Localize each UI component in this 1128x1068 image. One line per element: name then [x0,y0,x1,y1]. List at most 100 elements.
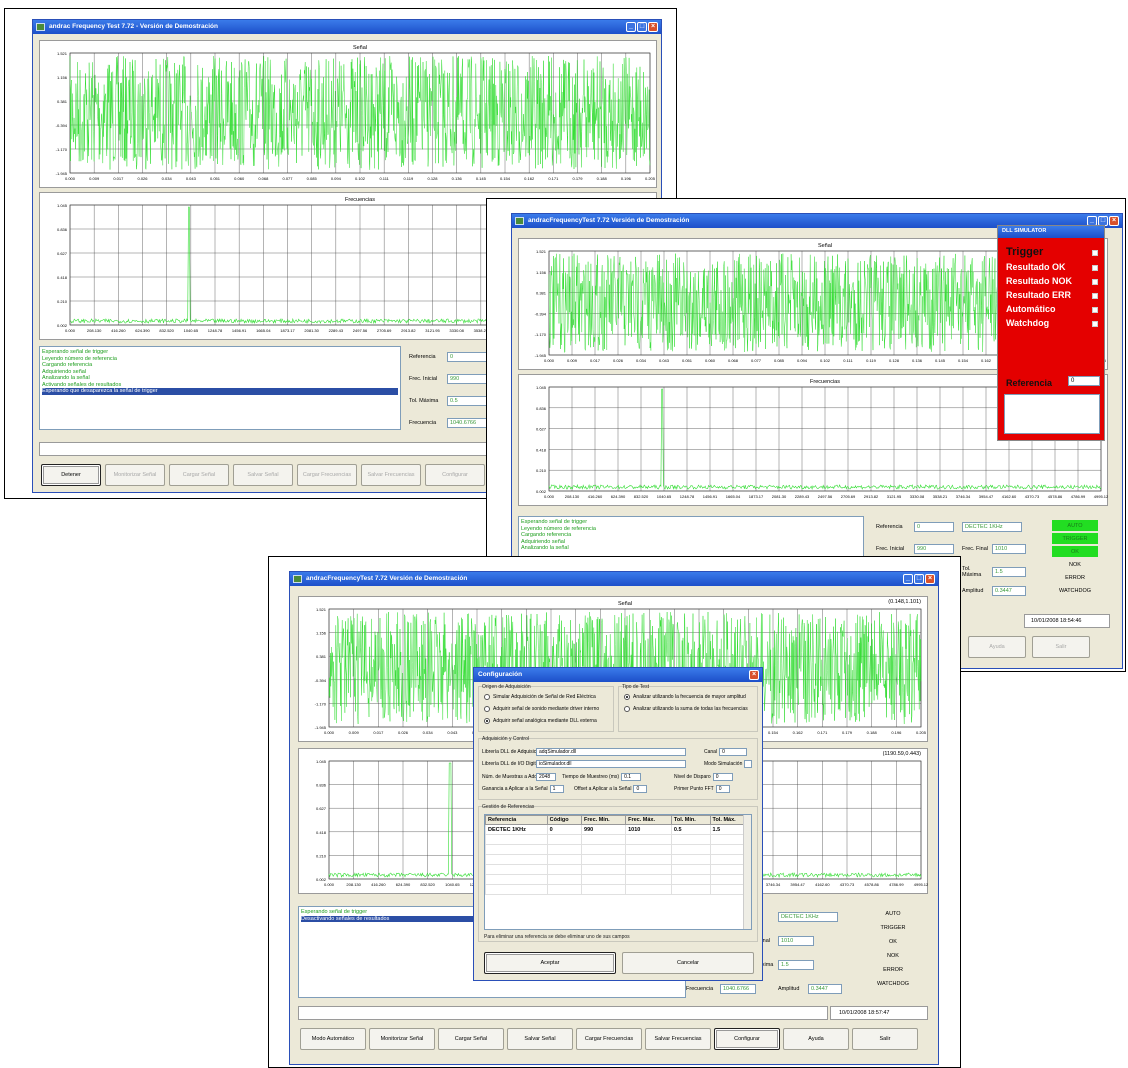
aceptar-button[interactable]: Aceptar [484,952,616,974]
fft-input[interactable]: 0 [715,785,730,793]
lib-acq-input[interactable]: adqSimulador.dll [536,748,686,756]
cargar-frecuencias-button[interactable]: Cargar Frecuencias [576,1028,642,1050]
salir-button[interactable]: Salir [852,1028,918,1050]
col-frec-min[interactable]: Frec. Mín. [581,815,627,825]
channel-input[interactable]: 0 [719,748,748,756]
minimize-icon[interactable]: _ [903,574,913,584]
tol-maxima-input[interactable]: 1.5 [992,567,1026,577]
ayuda-button[interactable]: Ayuda [968,636,1026,658]
frec-inicial-input[interactable]: 990 [447,374,487,384]
table-row-empty[interactable] [485,854,751,865]
tol-maxima-input[interactable]: 0.5 [447,396,487,406]
origin-radio-dll[interactable]: Adquirir señal analógica mediante DLL ex… [484,718,597,724]
frecuencia-input[interactable]: 1040.6766 [447,418,487,428]
frec-final-input[interactable]: 1010 [778,936,814,946]
salvar-senal-button[interactable]: Salvar Señal [507,1028,573,1050]
window-title: andracFrequencyTest 7.72 Versión de Demo… [306,575,468,582]
col-referencia[interactable]: Referencia [485,815,548,825]
maximize-icon[interactable]: □ [637,22,647,32]
tol-maxima-input[interactable]: 1.5 [778,960,814,970]
table-cell[interactable]: 1010 [625,824,672,835]
x-tick-label: 1040.65 [445,882,460,887]
cancelar-button[interactable]: Cancelar [622,952,754,974]
salir-button[interactable]: Salir [1032,636,1090,658]
event-log[interactable]: Esperando señal de trigger Leyendo númer… [39,346,401,430]
radio-selected-icon [624,694,630,700]
test-radio-mayor-amplitud[interactable]: Analizar utilizando la frecuencia de may… [624,694,746,700]
table-row-empty[interactable] [485,834,751,845]
ref-name-input[interactable]: DECTEC 1KHz [778,912,838,922]
ok-checkbox[interactable] [1092,265,1098,271]
field-frecuencia: Frecuencia 1040.6766 [686,984,756,994]
trigger-level-input[interactable]: 0 [712,773,733,781]
salvar-frecuencias-button[interactable]: Salvar Frecuencias [361,464,421,486]
table-row-empty[interactable] [485,874,751,885]
detener-button[interactable]: Detener [41,464,101,486]
table-cell[interactable]: DECTEC 1KHz [485,824,548,835]
sim-text-area[interactable] [1004,394,1100,434]
maximize-icon[interactable]: □ [914,574,924,584]
test-radio-suma[interactable]: Analizar utilizando la suma de todas las… [624,706,748,712]
close-icon[interactable]: × [925,574,935,584]
configurar-button[interactable]: Configurar [714,1028,780,1050]
referencia-input[interactable]: 0 [914,522,954,532]
auto-checkbox[interactable] [1092,307,1098,313]
samples-input[interactable]: 2048 [536,773,556,781]
nok-checkbox[interactable] [1092,279,1098,285]
sim-mode-checkbox[interactable] [744,760,753,768]
table-scrollbar[interactable] [743,815,751,929]
monitorizar-senal-button[interactable]: Monitorizar Señal [369,1028,435,1050]
title-bar[interactable]: andracFrequencyTest 7.72 Versión de Demo… [290,572,938,586]
frecuencia-input[interactable]: 1040.6766 [720,984,756,994]
salvar-senal-button[interactable]: Salvar Señal [233,464,293,486]
table-row[interactable]: DECTEC 1KHz 0 990 1010 0.5 1.5 [485,824,751,835]
table-row-empty[interactable] [485,864,751,875]
cargar-frecuencias-button[interactable]: Cargar Frecuencias [297,464,357,486]
radio-icon [624,706,630,712]
sim-ref-input[interactable]: 0 [1068,376,1100,386]
table-row-empty[interactable] [485,884,751,895]
watchdog-checkbox[interactable] [1092,321,1098,327]
cargar-senal-button[interactable]: Cargar Señal [438,1028,504,1050]
field-tol-maxima: Tol. Máxima1.5 [962,566,1026,578]
y-tick-label: 1.045 [57,203,68,208]
title-bar[interactable]: andrac Frequency Test 7.72 - Versión de … [33,20,661,34]
sim-row-trigger: Trigger [1006,246,1044,258]
table-cell[interactable]: 0 [546,824,583,835]
dialog-title-bar[interactable]: Configuración × [474,668,762,682]
col-frec-max[interactable]: Frec. Máx. [625,815,672,825]
origin-radio-simular[interactable]: Simular Adquisición de Señal de Red Eléc… [484,694,596,700]
ref-name-input[interactable]: DECTEC 1KHz [962,522,1022,532]
referencia-input[interactable]: 0 [447,352,487,362]
err-checkbox[interactable] [1092,293,1098,299]
ayuda-button[interactable]: Ayuda [783,1028,849,1050]
minimize-icon[interactable]: _ [626,22,636,32]
close-icon[interactable]: × [648,22,658,32]
simulator-title-bar[interactable]: DLL SIMULATOR [998,226,1104,238]
table-cell[interactable]: 990 [581,824,627,835]
table-row-empty[interactable] [485,844,751,855]
table-cell[interactable]: 0.5 [670,824,711,835]
sample-time-input[interactable]: 0.1 [621,773,642,781]
close-icon[interactable]: × [1109,216,1119,226]
modo-automatico-button[interactable]: Modo Automático [300,1028,366,1050]
lib-io-input[interactable]: ioSimulador.dll [536,760,686,768]
cargar-senal-button[interactable]: Cargar Señal [169,464,229,486]
amplitud-input[interactable]: 0.3447 [808,984,842,994]
x-tick-label: 2705.69 [377,328,392,333]
gain-input[interactable]: 1 [549,785,564,793]
origin-radio-sonido[interactable]: Adquirir señal de sonido mediante driver… [484,706,599,712]
col-codigo[interactable]: Código [546,815,583,825]
frec-inicial-input[interactable]: 990 [914,544,954,554]
references-table[interactable]: Referencia Código Frec. Mín. Frec. Máx. … [484,814,752,930]
configurar-button[interactable]: Configurar [425,464,485,486]
amplitud-input[interactable]: 0.3447 [992,586,1026,596]
monitorizar-senal-button[interactable]: Monitorizar Señal [105,464,165,486]
close-icon[interactable]: × [749,670,759,680]
offset-input[interactable]: 0 [633,785,648,793]
salvar-frecuencias-button[interactable]: Salvar Frecuencias [645,1028,711,1050]
x-tick-label: 0.171 [548,176,559,181]
frec-final-input[interactable]: 1010 [992,544,1026,554]
col-tol-min[interactable]: Tol. Mín. [670,815,711,825]
trigger-checkbox[interactable] [1092,250,1098,256]
